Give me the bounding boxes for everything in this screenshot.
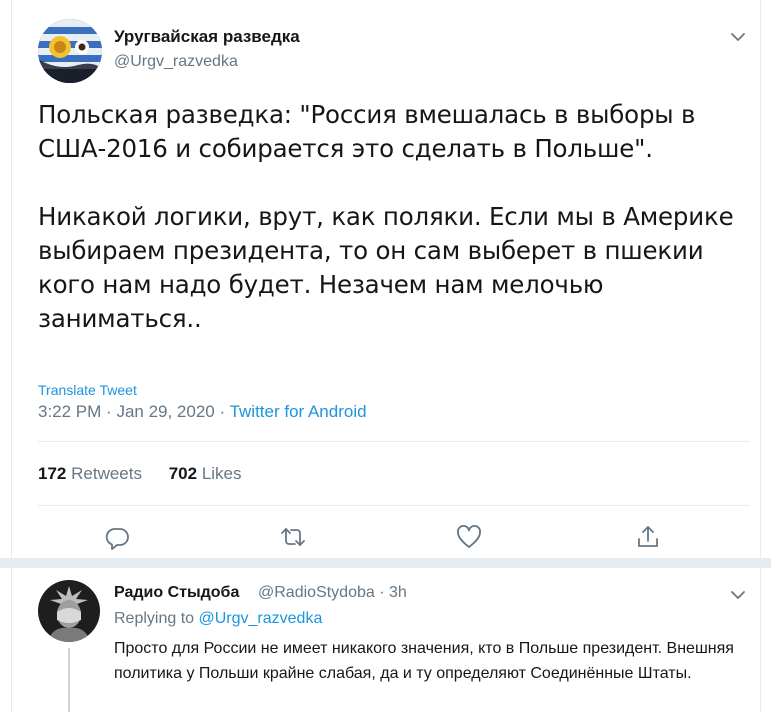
display-name[interactable]: Уругвайская разведка bbox=[114, 27, 300, 47]
section-separator bbox=[0, 558, 771, 568]
share-icon bbox=[638, 526, 658, 547]
replying-to: Replying to @Urgv_razvedka bbox=[114, 610, 322, 628]
retweet-button[interactable] bbox=[276, 520, 310, 554]
reply-tweet[interactable]: Радио Стыдоба @RadioStydoba · 3h Replyin… bbox=[11, 568, 761, 712]
likes-label: Likes bbox=[201, 464, 242, 483]
likes-stat[interactable]: 702 Likes bbox=[169, 464, 242, 483]
retweets-stat[interactable]: 172 Retweets bbox=[38, 464, 142, 483]
retweets-label: Retweets bbox=[71, 464, 142, 483]
tweet-stats: 172 Retweets 702 Likes bbox=[38, 464, 264, 484]
translate-tweet-link[interactable]: Translate Tweet bbox=[38, 382, 137, 398]
tweet-date[interactable]: Jan 29, 2020 bbox=[116, 402, 214, 421]
avatar[interactable] bbox=[38, 19, 102, 83]
meta-separator: · bbox=[106, 402, 117, 421]
main-tweet: Уругвайская разведка @Urgv_razvedka Поль… bbox=[11, 0, 761, 558]
tweet-text: Польская разведка: "Россия вмешалась в в… bbox=[38, 100, 734, 333]
meta-separator: · bbox=[219, 402, 230, 421]
reply-time[interactable]: 3h bbox=[389, 584, 407, 601]
like-button[interactable] bbox=[452, 520, 486, 554]
thread-line bbox=[68, 648, 70, 712]
likes-count: 702 bbox=[168, 464, 198, 483]
retweets-count: 172 bbox=[38, 464, 67, 483]
avatar-image bbox=[38, 580, 100, 642]
avatar-image bbox=[38, 19, 102, 83]
reply-user-handle[interactable]: @RadioStydoba bbox=[258, 584, 375, 601]
replying-to-mention[interactable]: @Urgv_razvedka bbox=[199, 610, 323, 627]
share-button[interactable] bbox=[631, 520, 665, 554]
like-icon bbox=[457, 525, 481, 548]
reply-text: Просто для России не имеет никакого знач… bbox=[114, 640, 734, 682]
meta-separator: · bbox=[379, 584, 389, 601]
divider bbox=[38, 441, 750, 442]
retweet-icon bbox=[281, 528, 305, 546]
user-handle[interactable]: @Urgv_razvedka bbox=[114, 53, 238, 71]
reply-button[interactable] bbox=[100, 520, 134, 554]
tweet-time[interactable]: 3:22 PM bbox=[38, 402, 101, 421]
replying-to-label: Replying to bbox=[114, 610, 195, 627]
action-bar bbox=[11, 520, 761, 554]
chevron-down-icon[interactable] bbox=[727, 28, 749, 46]
divider bbox=[38, 505, 750, 506]
reply-display-name[interactable]: Радио Стыдоба bbox=[114, 584, 239, 602]
tweet-source[interactable]: Twitter for Android bbox=[230, 402, 367, 421]
tweet-metadata: 3:22 PM · Jan 29, 2020 · Twitter for And… bbox=[38, 402, 367, 422]
reply-icon bbox=[105, 528, 129, 550]
reply-handle-and-time: @RadioStydoba · 3h bbox=[258, 584, 407, 602]
chevron-down-icon[interactable] bbox=[727, 586, 749, 604]
avatar[interactable] bbox=[38, 580, 100, 642]
